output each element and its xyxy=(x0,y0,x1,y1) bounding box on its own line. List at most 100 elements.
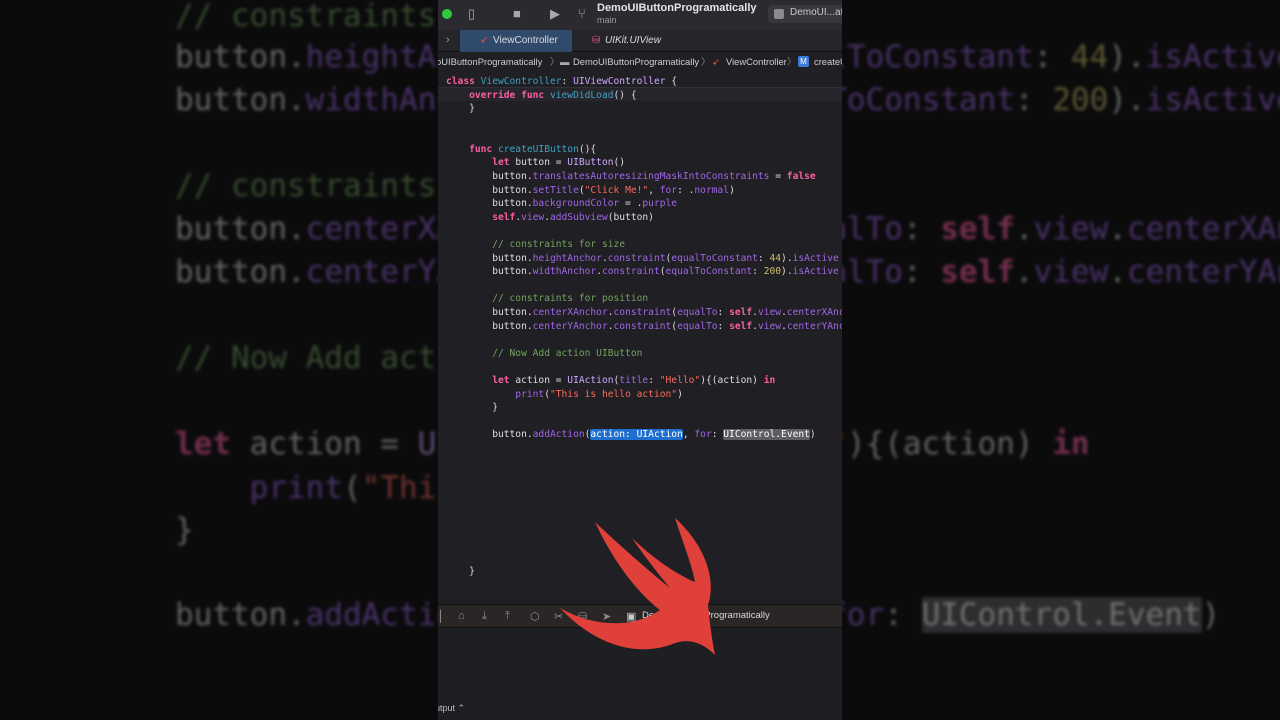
code-token: button. xyxy=(446,171,533,182)
editor-tab-bar: › ➶ ViewController ⛁ UIKit.UIView xyxy=(438,30,842,52)
code-placeholder-token[interactable]: action: UIAction xyxy=(590,429,683,440)
code-token: centerYAnchor xyxy=(532,321,608,332)
swift-logo-icon xyxy=(560,518,715,655)
tab-label: ViewController xyxy=(493,35,558,46)
code-token: translatesAutoresizingMaskIntoConstraint… xyxy=(532,171,770,182)
code-token: print xyxy=(446,389,545,400)
code-token: let xyxy=(175,426,250,462)
code-line: // constraints for position xyxy=(446,292,648,305)
code-token: constraint xyxy=(613,321,672,332)
stop-icon[interactable]: ■ xyxy=(513,6,521,21)
code-token: constraint xyxy=(613,307,672,318)
code-token: print xyxy=(175,470,343,506)
breadcrumb-method[interactable]: createU xyxy=(814,53,842,71)
breakpoints-icon[interactable]: ⌂ xyxy=(458,610,465,622)
scheme-name[interactable]: DemoUIButtonProgramatically xyxy=(597,2,757,14)
folder-icon: ▬ xyxy=(560,56,570,67)
run-icon[interactable]: ▶ xyxy=(550,6,560,22)
method-icon: M xyxy=(798,56,809,67)
code-line: let action = UIAction(title: "Hello"){(a… xyxy=(446,374,775,387)
code-token: button. xyxy=(175,39,306,75)
code-token: centerXAnchor xyxy=(786,307,842,318)
code-token: : xyxy=(711,429,724,440)
code-line: // constraints for size xyxy=(446,238,625,251)
code-token: UIButton xyxy=(567,157,614,168)
run-destination[interactable]: DemoUI...atic xyxy=(768,5,842,23)
chevron-right-icon[interactable]: › xyxy=(446,34,450,46)
code-token: setTitle xyxy=(532,185,579,196)
code-line: button.centerXAnchor.constraint(equalTo:… xyxy=(446,306,842,319)
code-line: } xyxy=(446,102,475,115)
breadcrumb-project[interactable]: oUIButtonProgramatically xyxy=(438,53,542,71)
tab-viewcontroller[interactable]: ➶ ViewController xyxy=(460,30,572,52)
code-line: button.addAction(action: UIAction, for: … xyxy=(446,428,816,441)
code-token: ). xyxy=(1108,39,1146,75)
code-token: button. xyxy=(446,321,533,332)
code-token: // constraints for size xyxy=(446,239,626,250)
view-hierarchy-icon[interactable]: ⬡ xyxy=(530,610,540,623)
code-token: createUIButton xyxy=(497,144,579,155)
background-code-line: } xyxy=(175,510,194,550)
code-token: equalTo xyxy=(677,307,718,318)
step-out-icon[interactable]: ⤒ xyxy=(505,610,510,623)
swift-file-icon: ➶ xyxy=(480,35,489,46)
code-token: : xyxy=(561,76,574,87)
code-token: equalToConstant xyxy=(671,253,758,264)
destination-label: DemoUI...atic xyxy=(790,7,842,18)
code-token: button. xyxy=(446,253,533,264)
code-token: action = xyxy=(515,375,568,386)
code-token: centerXAnchor xyxy=(1126,211,1280,247)
code-token: widthAnchor xyxy=(532,266,597,277)
code-token: centerXAnchor xyxy=(532,307,608,318)
code-token: : xyxy=(717,321,730,332)
breadcrumb-group[interactable]: DemoUIButtonProgramatically xyxy=(573,53,699,71)
tab-label: UIKit.UIView xyxy=(605,35,661,46)
code-token: button. xyxy=(446,429,533,440)
code-token: { xyxy=(665,76,678,87)
code-token: ){(action) xyxy=(846,426,1053,462)
code-token: : xyxy=(1033,39,1071,75)
code-token: 44 xyxy=(1070,39,1109,75)
code-token: button. xyxy=(175,597,306,633)
code-token: ) xyxy=(729,185,735,196)
code-token: , xyxy=(648,185,660,196)
code-line: button.centerYAnchor.constraint(equalTo:… xyxy=(446,320,842,333)
breadcrumb-file[interactable]: ViewController xyxy=(726,53,787,71)
panel-toggle-icon[interactable]: ▏ xyxy=(440,610,448,623)
code-token: "This is hello action" xyxy=(549,389,678,400)
output-filter[interactable]: Output ⌃ xyxy=(438,703,465,714)
code-token: . xyxy=(1108,211,1127,247)
code-line: button.translatesAutoresizingMaskIntoCon… xyxy=(446,170,815,183)
code-token: () { xyxy=(613,90,637,101)
code-token: ) xyxy=(1201,597,1221,633)
code-token: ViewController xyxy=(480,76,562,87)
code-token: view xyxy=(1033,254,1109,290)
code-token: } xyxy=(446,103,475,114)
code-placeholder-token[interactable]: UIControl.Event xyxy=(723,429,810,440)
toolbar: ▯ ■ ▶ ⑂ DemoUIButtonProgramatically main… xyxy=(438,0,842,30)
code-token: ) xyxy=(809,429,816,440)
sidebar-toggle-icon[interactable]: ▯ xyxy=(468,6,475,22)
app-icon xyxy=(774,9,784,19)
code-token: button. xyxy=(446,185,533,196)
code-line: func createUIButton(){ xyxy=(446,143,596,156)
code-token: button. xyxy=(175,254,306,290)
code-token: = . xyxy=(619,198,643,209)
code-line: button.backgroundColor = .purple xyxy=(446,197,677,210)
code-token: self xyxy=(729,321,753,332)
code-token: . xyxy=(1014,254,1034,290)
code-token: // constraints for position xyxy=(446,293,649,304)
code-token: let xyxy=(446,157,516,168)
code-token: isActive xyxy=(792,253,839,264)
code-token: func xyxy=(446,144,498,155)
code-token: action = xyxy=(249,426,418,462)
code-token: // Now Add action UIButton xyxy=(446,348,643,359)
code-token: button. xyxy=(175,211,306,247)
swift-file-icon: ➶ xyxy=(712,56,720,67)
code-token: override func xyxy=(446,90,550,101)
code-token: () xyxy=(613,157,626,168)
window-zoom-button[interactable] xyxy=(442,9,452,19)
code-token: button. xyxy=(175,82,306,118)
tab-uikit-uiview[interactable]: ⛁ UIKit.UIView xyxy=(572,30,692,52)
step-over-icon[interactable]: ⤓ xyxy=(482,610,487,623)
